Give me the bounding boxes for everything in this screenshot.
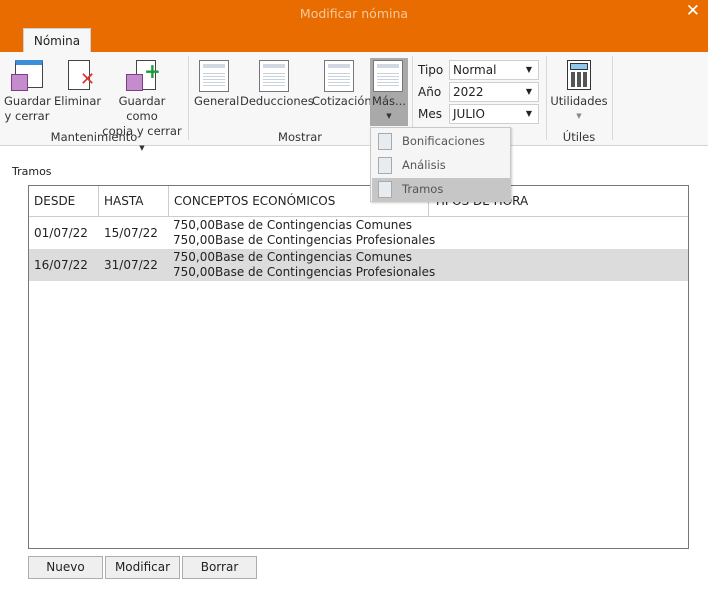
calculator-icon xyxy=(563,60,595,92)
concepto: Base de Contingencias Profesionales xyxy=(215,265,436,279)
mes-value: JULIO xyxy=(453,107,485,121)
tramos-table: DESDE HASTA CONCEPTOS ECONÓMICOS TIPOS D… xyxy=(28,185,689,549)
anio-select[interactable]: 2022 ▼ xyxy=(449,82,539,102)
guardar-label-2: y cerrar xyxy=(4,109,50,123)
modificar-button[interactable]: Modificar xyxy=(105,556,180,579)
chevron-down-icon: ▼ xyxy=(576,112,582,120)
nuevo-button[interactable]: Nuevo xyxy=(28,556,103,579)
table-row[interactable]: 01/07/22 15/07/22 750,00Base de Continge… xyxy=(29,217,688,249)
deducciones-button[interactable]: Deducciones xyxy=(240,60,314,109)
concepto: Base de Contingencias Comunes xyxy=(215,218,413,232)
utilidades-button[interactable]: Utilidades ▼ xyxy=(550,60,608,124)
concepto: Base de Contingencias Comunes xyxy=(215,250,413,264)
column-header-desde[interactable]: DESDE xyxy=(29,186,99,217)
cell-desde: 01/07/22 xyxy=(34,226,88,240)
anio-value: 2022 xyxy=(453,85,484,99)
eliminar-label: Eliminar xyxy=(54,94,102,108)
document-icon xyxy=(199,60,229,92)
chevron-down-icon: ▼ xyxy=(525,87,533,96)
menu-label: Bonificaciones xyxy=(402,134,485,148)
group-utiles: Útiles xyxy=(562,130,596,144)
importe: 750,00 xyxy=(173,250,215,264)
cell-hasta: 31/07/22 xyxy=(104,258,158,272)
deducciones-label: Deducciones xyxy=(240,94,314,108)
cotizacion-button[interactable]: Cotización xyxy=(312,60,372,109)
close-icon[interactable]: ✕ xyxy=(686,1,700,21)
tipo-label: Tipo xyxy=(418,63,444,77)
menu-item-tramos[interactable]: Tramos xyxy=(372,178,510,201)
mas-button[interactable]: Más... ▼ xyxy=(370,58,408,126)
window-title: Modificar nómina xyxy=(299,6,409,21)
bonus-icon xyxy=(378,133,392,150)
importe: 750,00 xyxy=(173,233,215,247)
general-label: General xyxy=(194,94,240,108)
anio-label: Año xyxy=(418,85,442,99)
importe: 750,00 xyxy=(173,218,215,232)
chevron-down-icon: ▼ xyxy=(525,109,533,118)
guardar-y-cerrar-button[interactable]: Guardar y cerrar xyxy=(4,60,51,124)
guardar-label-1: Guardar xyxy=(4,94,51,108)
chevron-down-icon: ▼ xyxy=(386,112,392,120)
divider xyxy=(546,56,547,140)
menu-item-bonificaciones[interactable]: Bonificaciones xyxy=(372,130,510,153)
guardar-copia-label-1: Guardar como xyxy=(118,94,166,123)
mas-dropdown-menu: Bonificaciones Análisis Tramos xyxy=(370,127,511,202)
tramos-icon xyxy=(378,181,392,198)
eliminar-button[interactable]: ✕ Eliminar xyxy=(54,60,102,109)
cell-desde: 16/07/22 xyxy=(34,258,88,272)
mes-select[interactable]: JULIO ▼ xyxy=(449,104,539,124)
column-header-hasta[interactable]: HASTA xyxy=(99,186,169,217)
section-label: Tramos xyxy=(12,165,52,178)
save-icon xyxy=(11,60,43,92)
analysis-icon xyxy=(378,157,392,174)
menu-label: Análisis xyxy=(402,158,446,172)
mes-label: Mes xyxy=(418,107,442,121)
concepto: Base de Contingencias Profesionales xyxy=(215,233,436,247)
document-icon xyxy=(324,60,354,92)
cell-hasta: 15/07/22 xyxy=(104,226,158,240)
tab-nomina[interactable]: Nómina xyxy=(23,28,91,53)
mas-label: Más... xyxy=(372,94,406,108)
utilidades-label: Utilidades xyxy=(550,94,608,108)
cotizacion-label: Cotización xyxy=(312,94,372,108)
cell-conceptos: 750,00Base de Contingencias Comunes 750,… xyxy=(173,250,435,280)
menu-item-analisis[interactable]: Análisis xyxy=(372,154,510,177)
chevron-down-icon: ▼ xyxy=(525,65,533,74)
tipo-value: Normal xyxy=(453,63,497,77)
title-bar: Modificar nómina ✕ Nómina xyxy=(0,0,708,53)
group-mantenimiento: Mantenimiento xyxy=(50,130,138,144)
document-icon xyxy=(259,60,289,92)
award-document-icon xyxy=(373,60,403,92)
chevron-down-icon: ▼ xyxy=(139,144,145,152)
divider xyxy=(612,56,613,140)
importe: 750,00 xyxy=(173,265,215,279)
general-button[interactable]: General xyxy=(194,60,240,109)
menu-label: Tramos xyxy=(402,182,444,196)
cell-conceptos: 750,00Base de Contingencias Comunes 750,… xyxy=(173,218,435,248)
save-copy-icon: + xyxy=(126,60,161,92)
ribbon: Guardar y cerrar ✕ Eliminar + Guardar co… xyxy=(0,52,708,152)
delete-document-icon: ✕ xyxy=(60,60,95,92)
table-row[interactable]: 16/07/22 31/07/22 750,00Base de Continge… xyxy=(29,249,688,281)
borrar-button[interactable]: Borrar xyxy=(182,556,257,579)
tipo-select[interactable]: Normal ▼ xyxy=(449,60,539,80)
divider xyxy=(188,56,189,140)
